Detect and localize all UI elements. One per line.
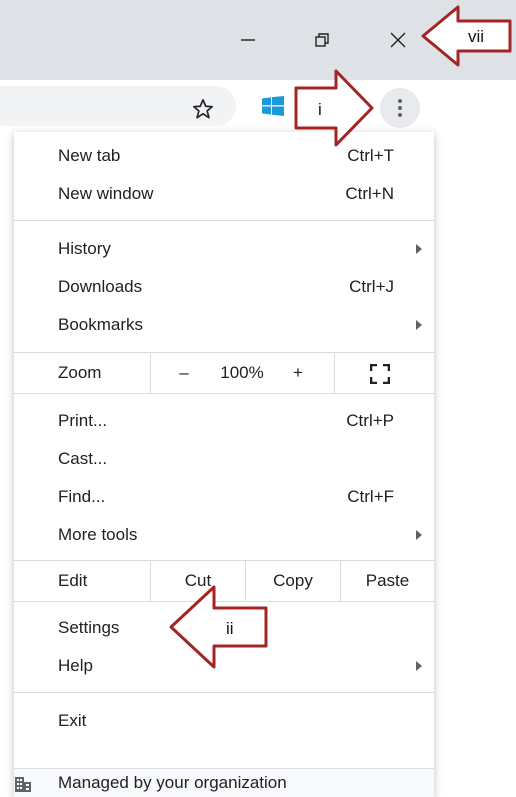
managed-label: Managed by your organization [58,773,287,792]
fullscreen-icon[interactable] [370,364,390,384]
shortcut-label: Ctrl+P [346,411,394,430]
menu-divider [14,692,434,693]
menu-item-new-window[interactable]: New window Ctrl+N [14,175,434,213]
annotation-callout-vii: vii [421,5,512,67]
menu-item-label: Cast... [58,449,108,468]
browser-toolbar [0,80,516,136]
zoom-row: Zoom – 100% + [14,352,434,394]
menu-item-print[interactable]: Print... Ctrl+P [14,402,434,440]
annotation-label-ii: ii [226,619,234,638]
menu-item-label: Exit [58,711,87,730]
zoom-level: 100% [220,363,264,382]
zoom-label: Zoom [58,363,102,382]
three-dot-menu-icon [398,99,402,117]
menu-item-label: New tab [58,146,121,165]
menu-item-label: Print... [58,411,108,430]
paste-button[interactable]: Paste [341,561,434,601]
zoom-in-button[interactable]: + [278,353,318,393]
menu-item-label: Downloads [58,277,143,296]
menu-item-cast[interactable]: Cast... [14,440,434,478]
managed-notice[interactable]: Managed by your organization [14,768,434,797]
menu-item-label: History [58,239,111,258]
menu-item-more-tools[interactable]: More tools [14,516,434,554]
menu-item-label: Help [58,656,93,675]
shortcut-label: Ctrl+J [349,277,394,296]
zoom-out-button[interactable]: – [164,353,204,393]
submenu-arrow-icon [416,661,422,671]
submenu-arrow-icon [416,320,422,330]
star-icon[interactable] [192,98,214,120]
restore-icon [315,33,329,47]
submenu-arrow-icon [416,244,422,254]
menu-item-bookmarks[interactable]: Bookmarks [14,306,434,344]
browser-menu: New tab Ctrl+T New window Ctrl+N History… [14,132,434,797]
divider [334,353,335,393]
annotation-callout-i: i [294,69,374,147]
menu-item-history[interactable]: History [14,230,434,268]
submenu-arrow-icon [416,530,422,540]
windows-logo-icon[interactable] [262,96,284,116]
menu-item-label: Bookmarks [58,315,144,334]
divider [150,353,151,393]
close-window-button[interactable] [378,20,418,60]
menu-divider [14,220,434,221]
menu-item-label: More tools [58,525,138,544]
shortcut-label: Ctrl+F [347,487,394,506]
minimize-button[interactable] [228,20,268,60]
edit-label: Edit [58,571,88,590]
menu-item-label: Settings [58,618,120,637]
annotation-label-vii: vii [468,27,484,46]
building-icon [15,777,31,792]
menu-item-label: Find... [58,487,106,506]
menu-item-find[interactable]: Find... Ctrl+F [14,478,434,516]
annotation-label-i: i [318,100,322,119]
close-icon [390,32,406,48]
annotation-callout-ii: ii [169,585,268,669]
browser-menu-button[interactable] [380,88,420,128]
menu-item-exit[interactable]: Exit [14,702,434,740]
shortcut-label: Ctrl+N [345,184,394,203]
address-bar[interactable] [0,86,236,126]
menu-item-downloads[interactable]: Downloads Ctrl+J [14,268,434,306]
restore-button[interactable] [302,20,342,60]
minimize-icon [241,39,255,41]
menu-item-label: New window [58,184,154,203]
